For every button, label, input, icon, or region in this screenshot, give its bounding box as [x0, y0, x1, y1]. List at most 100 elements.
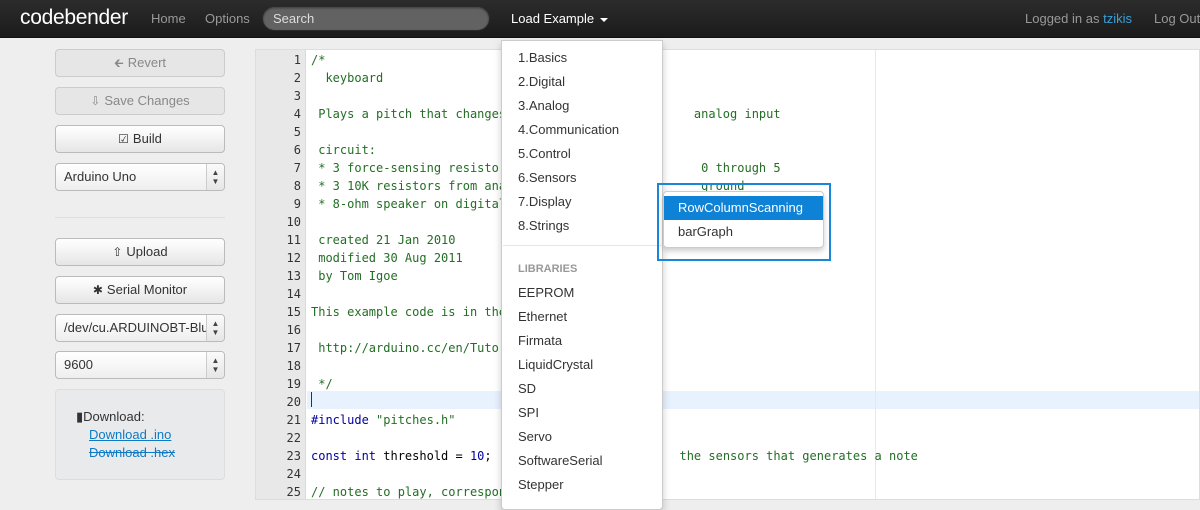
- line-number: 12: [286, 251, 301, 265]
- load-example-label: Load Example: [511, 11, 595, 26]
- board-select-value: Arduino Uno: [64, 169, 137, 184]
- line-number: 16: [286, 323, 301, 337]
- submenu-item[interactable]: RowColumnScanning: [664, 196, 823, 220]
- sidebar-divider: [55, 217, 225, 218]
- code-line[interactable]: * 8-ohm speaker on digital: [311, 197, 506, 211]
- library-item[interactable]: Servo: [518, 429, 552, 444]
- asterisk-icon: ✱: [92, 283, 103, 297]
- display-submenu: RowColumnScanning barGraph: [663, 191, 824, 248]
- code-line[interactable]: #include "pitches.h": [311, 413, 456, 427]
- nav-options[interactable]: Options: [205, 11, 250, 26]
- library-item[interactable]: Stepper: [518, 477, 564, 492]
- download-hex-link[interactable]: Download .hex: [89, 445, 175, 460]
- port-select-value: /dev/cu.ARDUINOBT-BluetoothSerial: [64, 320, 225, 335]
- libraries-header: LIBRARIES: [518, 263, 578, 275]
- logged-in-text: Logged in as tzikis: [1025, 11, 1132, 26]
- library-item[interactable]: Firmata: [518, 333, 562, 348]
- save-changes-button[interactable]: ⇩ Save Changes: [55, 87, 225, 115]
- line-number-gutter: 1 2 3 4 5 6 7 8 9 10 11 12 13 14 15 16 17 18 19 20 21 22 23 24 2…: [256, 50, 306, 499]
- serial-monitor-label: Serial Monitor: [106, 282, 188, 297]
- code-line[interactable]: http://arduino.cc/en/Tutori: [311, 341, 513, 355]
- code-line[interactable]: This example code is in the: [311, 305, 506, 319]
- line-number: 1: [293, 53, 301, 67]
- active-line-highlight: [307, 391, 1199, 409]
- line-number: 9: [293, 197, 301, 211]
- baud-select[interactable]: 9600 ▲ ▼: [55, 351, 225, 379]
- line-number: 22: [286, 431, 301, 445]
- example-category-item[interactable]: 5.Control: [518, 146, 571, 161]
- line-number: 4: [293, 107, 301, 121]
- dropdown-divider: [503, 245, 663, 246]
- example-category-item[interactable]: 6.Sensors: [518, 170, 577, 185]
- code-line[interactable]: modified 30 Aug 2011: [311, 251, 463, 265]
- library-item[interactable]: SoftwareSerial: [518, 453, 603, 468]
- line-number: 20: [286, 395, 301, 409]
- serial-monitor-button[interactable]: ✱ Serial Monitor: [55, 276, 225, 304]
- caret-down-icon: [599, 17, 608, 22]
- line-number: 24: [286, 467, 301, 481]
- line-number: 7: [293, 161, 301, 175]
- select-arrows-icon: ▲ ▼: [206, 352, 224, 378]
- nav-home[interactable]: Home: [151, 11, 186, 26]
- port-select[interactable]: /dev/cu.ARDUINOBT-BluetoothSerial ▲▼: [55, 314, 225, 342]
- line-number: 2: [293, 71, 301, 85]
- example-category-item[interactable]: 2.Digital: [518, 74, 565, 89]
- line-number: 23: [286, 449, 301, 463]
- code-line[interactable]: keyboard: [311, 71, 383, 85]
- line-number: 18: [286, 359, 301, 373]
- download-circle-icon: ⇩: [90, 94, 101, 108]
- line-number: 17: [286, 341, 301, 355]
- code-line[interactable]: /*: [311, 53, 325, 67]
- upload-label: Upload: [126, 244, 168, 259]
- example-category-item[interactable]: 3.Analog: [518, 98, 569, 113]
- code-line[interactable]: created 21 Jan 2010: [311, 233, 455, 247]
- logged-in-prefix: Logged in as: [1025, 11, 1100, 26]
- download-panel: ▮Download: Download .ino Download .hex: [55, 389, 225, 480]
- select-arrows-icon: ▲ ▼: [206, 315, 224, 341]
- upload-button[interactable]: ⇧ Upload: [55, 238, 225, 266]
- line-number: 21: [286, 413, 301, 427]
- brand-logo[interactable]: codebender: [20, 6, 128, 30]
- code-line[interactable]: circuit:: [311, 143, 376, 157]
- download-ino-link[interactable]: Download .ino: [89, 427, 171, 442]
- example-category-item[interactable]: 8.Strings: [518, 218, 569, 233]
- line-number: 6: [293, 143, 301, 157]
- search-input[interactable]: [262, 6, 490, 31]
- code-line[interactable]: // notes to play, correspond: [311, 485, 513, 499]
- build-label: Build: [132, 131, 162, 146]
- check-square-icon: ☑: [118, 132, 129, 146]
- load-example-menu[interactable]: Load Example: [511, 11, 608, 26]
- library-item[interactable]: SPI: [518, 405, 539, 420]
- code-line[interactable]: */: [311, 377, 332, 391]
- arrow-left-icon: 🡰: [113, 56, 124, 70]
- library-item[interactable]: LiquidCrystal: [518, 357, 593, 372]
- library-item[interactable]: Ethernet: [518, 309, 567, 324]
- code-line[interactable]: by Tom Igoe: [311, 269, 397, 283]
- line-number: 5: [293, 125, 301, 139]
- select-arrows-icon: ▲ ▼: [206, 164, 224, 190]
- line-number: 19: [286, 377, 301, 391]
- submenu-item[interactable]: barGraph: [664, 220, 823, 244]
- logout-link[interactable]: Log Out: [1154, 11, 1200, 26]
- save-changes-label: Save Changes: [104, 93, 190, 108]
- library-item[interactable]: EEPROM: [518, 285, 574, 300]
- download-title-label: Download:: [83, 409, 145, 424]
- library-item[interactable]: SD: [518, 381, 536, 396]
- line-number: 15: [286, 305, 301, 319]
- top-navbar: codebender Home Options Load Example Log…: [0, 0, 1200, 38]
- username-link[interactable]: tzikis: [1103, 11, 1132, 26]
- print-margin: [875, 50, 876, 499]
- example-category-item[interactable]: 7.Display: [518, 194, 571, 209]
- revert-button[interactable]: 🡰 Revert: [55, 49, 225, 77]
- load-example-dropdown: LIBRARIES 1.Basics 2.Digital 3.Analog 4.Com…: [501, 40, 663, 510]
- example-category-item[interactable]: 4.Communication: [518, 122, 619, 137]
- example-category-item[interactable]: 1.Basics: [518, 50, 567, 65]
- line-number: 8: [293, 179, 301, 193]
- code-editor[interactable]: 1 2 3 4 5 6 7 8 9 10 11 12 13 14 15 16 17 18 19 20 21 22 23 24 2…: [255, 49, 1200, 500]
- line-number: 3: [293, 89, 301, 103]
- line-number: 10: [286, 215, 301, 229]
- build-button[interactable]: ☑ Build: [55, 125, 225, 153]
- board-select[interactable]: Arduino Uno ▲ ▼: [55, 163, 225, 191]
- upload-circle-icon: ⇧: [112, 245, 123, 259]
- text-cursor: [311, 392, 312, 407]
